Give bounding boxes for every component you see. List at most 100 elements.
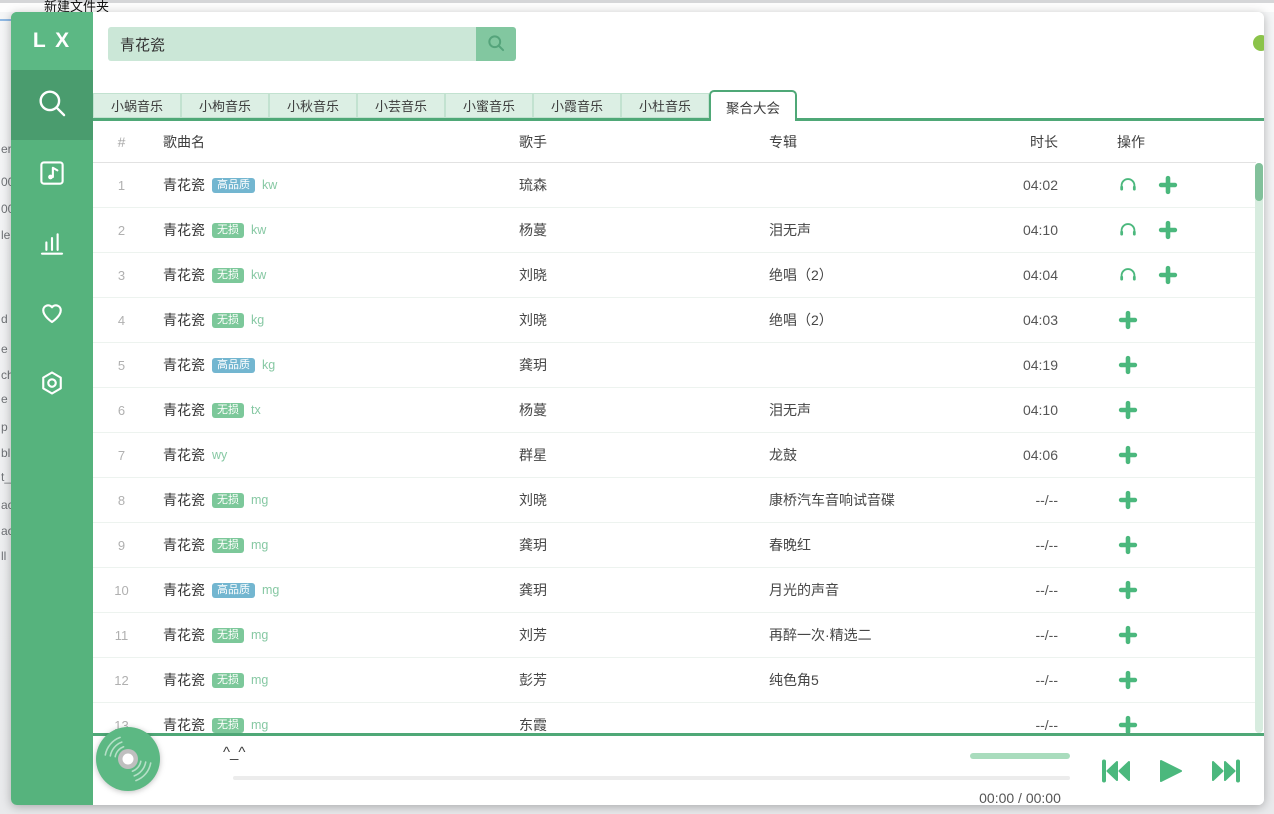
listen-icon[interactable] [1117, 219, 1139, 241]
volume-bar[interactable] [970, 753, 1070, 759]
table-row[interactable]: 9 青花瓷 无损 mg 龚玥 春晚红 --/-- [93, 523, 1256, 568]
artist-name: 彭芳 [519, 670, 769, 690]
album-name: 绝唱（2） [769, 265, 1019, 285]
source-tabs: 小蜗音乐小枸音乐小秋音乐小芸音乐小蜜音乐小霞音乐小杜音乐聚合大会 [93, 90, 1264, 121]
music-list-icon [37, 158, 67, 193]
desktop-file-fragment: bl [1, 446, 11, 460]
search-input[interactable] [108, 27, 476, 61]
add-icon[interactable] [1117, 489, 1139, 511]
listen-icon[interactable] [1117, 264, 1139, 286]
tab-label: 小秋音乐 [287, 96, 339, 115]
search-icon [486, 33, 506, 56]
progress-bar[interactable] [233, 776, 1070, 780]
add-icon[interactable] [1117, 714, 1139, 733]
quality-badge: 无损 [212, 313, 244, 328]
table-row[interactable]: 6 青花瓷 无损 tx 杨蔓 泪无声 04:10 [93, 388, 1256, 433]
play-button[interactable] [1155, 758, 1185, 789]
tab-label: 聚合大会 [726, 97, 780, 117]
table-row[interactable]: 13 青花瓷 无损 mg 东霞 --/-- [93, 703, 1256, 733]
album-name: 绝唱（2） [769, 310, 1019, 330]
song-title: 青花瓷 [163, 175, 205, 195]
tab[interactable]: 聚合大会 [709, 90, 797, 121]
desktop-file-fragment: p [1, 420, 11, 434]
add-icon[interactable] [1157, 174, 1179, 196]
scrollbar-track[interactable] [1255, 163, 1263, 733]
sidebar-item-my-music[interactable] [11, 140, 93, 210]
table-row[interactable]: 3 青花瓷 无损 kw 刘晓 绝唱（2） 04:04 [93, 253, 1256, 298]
row-index: 4 [93, 313, 150, 328]
search-button[interactable] [476, 27, 516, 61]
table-header: # 歌曲名 歌手 专辑 时长 操作 [93, 121, 1256, 163]
album-disc-icon[interactable] [95, 726, 161, 797]
add-icon[interactable] [1117, 399, 1139, 421]
sidebar-item-favorites[interactable] [11, 280, 93, 350]
row-index: 3 [93, 268, 150, 283]
desktop-file-fragment: 00 [1, 202, 11, 216]
table-row[interactable]: 10 青花瓷 高品质 mg 龚玥 月光的声音 --/-- [93, 568, 1256, 613]
table-row[interactable]: 2 青花瓷 无损 kw 杨蔓 泪无声 04:10 [93, 208, 1256, 253]
artist-name: 东霞 [519, 715, 769, 733]
table-row[interactable]: 4 青花瓷 无损 kg 刘晓 绝唱（2） 04:03 [93, 298, 1256, 343]
listen-icon[interactable] [1117, 174, 1139, 196]
table-row[interactable]: 8 青花瓷 无损 mg 刘晓 康桥汽车音响试音碟 --/-- [93, 478, 1256, 523]
add-icon[interactable] [1117, 354, 1139, 376]
desktop-file-fragment: t_ [1, 470, 11, 484]
artist-name: 刘晓 [519, 490, 769, 510]
source-tag: mg [251, 673, 268, 687]
add-icon[interactable] [1117, 579, 1139, 601]
song-title: 青花瓷 [163, 355, 205, 375]
previous-button[interactable] [1100, 758, 1132, 789]
row-index: 11 [93, 628, 150, 643]
quality-badge: 无损 [212, 403, 244, 418]
add-icon[interactable] [1117, 669, 1139, 691]
table-row[interactable]: 5 青花瓷 高品质 kg 龚玥 04:19 [93, 343, 1256, 388]
artist-name: 群星 [519, 445, 769, 465]
source-tag: kw [251, 223, 266, 237]
tab[interactable]: 小芸音乐 [357, 93, 445, 118]
add-icon[interactable] [1117, 309, 1139, 331]
song-list: 1 青花瓷 高品质 kw 琉森 04:02 2 青花瓷 无损 kw 杨蔓 泪无声… [93, 163, 1256, 733]
duration: --/-- [1019, 672, 1074, 688]
duration: --/-- [1019, 537, 1074, 553]
add-icon[interactable] [1117, 534, 1139, 556]
tab[interactable]: 小蜜音乐 [445, 93, 533, 118]
source-tag: mg [251, 538, 268, 552]
tab[interactable]: 小霞音乐 [533, 93, 621, 118]
sidebar: L X [11, 12, 93, 805]
duration: 04:02 [1019, 177, 1074, 193]
desktop-file-fragment: er [1, 142, 11, 156]
tab[interactable]: 小杜音乐 [621, 93, 709, 118]
desktop-file-fragment: ac [1, 498, 11, 512]
album-name: 纯色角5 [769, 670, 1019, 690]
row-index: 5 [93, 358, 150, 373]
song-title: 青花瓷 [163, 670, 205, 690]
sidebar-item-search[interactable] [11, 70, 93, 140]
tab[interactable]: 小蜗音乐 [93, 93, 181, 118]
sidebar-item-settings[interactable] [11, 350, 93, 420]
duration: 04:06 [1019, 447, 1074, 463]
sidebar-item-leaderboard[interactable] [11, 210, 93, 280]
table-row[interactable]: 11 青花瓷 无损 mg 刘芳 再醉一次·精选二 --/-- [93, 613, 1256, 658]
artist-name: 刘芳 [519, 625, 769, 645]
song-title: 青花瓷 [163, 490, 205, 510]
add-icon[interactable] [1117, 444, 1139, 466]
song-title: 青花瓷 [163, 400, 205, 420]
add-icon[interactable] [1157, 219, 1179, 241]
table-row[interactable]: 1 青花瓷 高品质 kw 琉森 04:02 [93, 163, 1256, 208]
minimize-button[interactable] [1253, 35, 1264, 51]
table-row[interactable]: 7 青花瓷 wy 群星 龙鼓 04:06 [93, 433, 1256, 478]
duration: 04:19 [1019, 357, 1074, 373]
song-title: 青花瓷 [163, 625, 205, 645]
add-icon[interactable] [1117, 624, 1139, 646]
col-song: 歌曲名 [150, 132, 519, 152]
quality-badge: 无损 [212, 718, 244, 733]
tab[interactable]: 小枸音乐 [181, 93, 269, 118]
table-row[interactable]: 12 青花瓷 无损 mg 彭芳 纯色角5 --/-- [93, 658, 1256, 703]
next-button[interactable] [1210, 758, 1242, 789]
search-bar [108, 27, 516, 61]
scrollbar-thumb[interactable] [1255, 163, 1263, 201]
quality-badge: 无损 [212, 268, 244, 283]
add-icon[interactable] [1157, 264, 1179, 286]
tab[interactable]: 小秋音乐 [269, 93, 357, 118]
album-name: 泪无声 [769, 220, 1019, 240]
